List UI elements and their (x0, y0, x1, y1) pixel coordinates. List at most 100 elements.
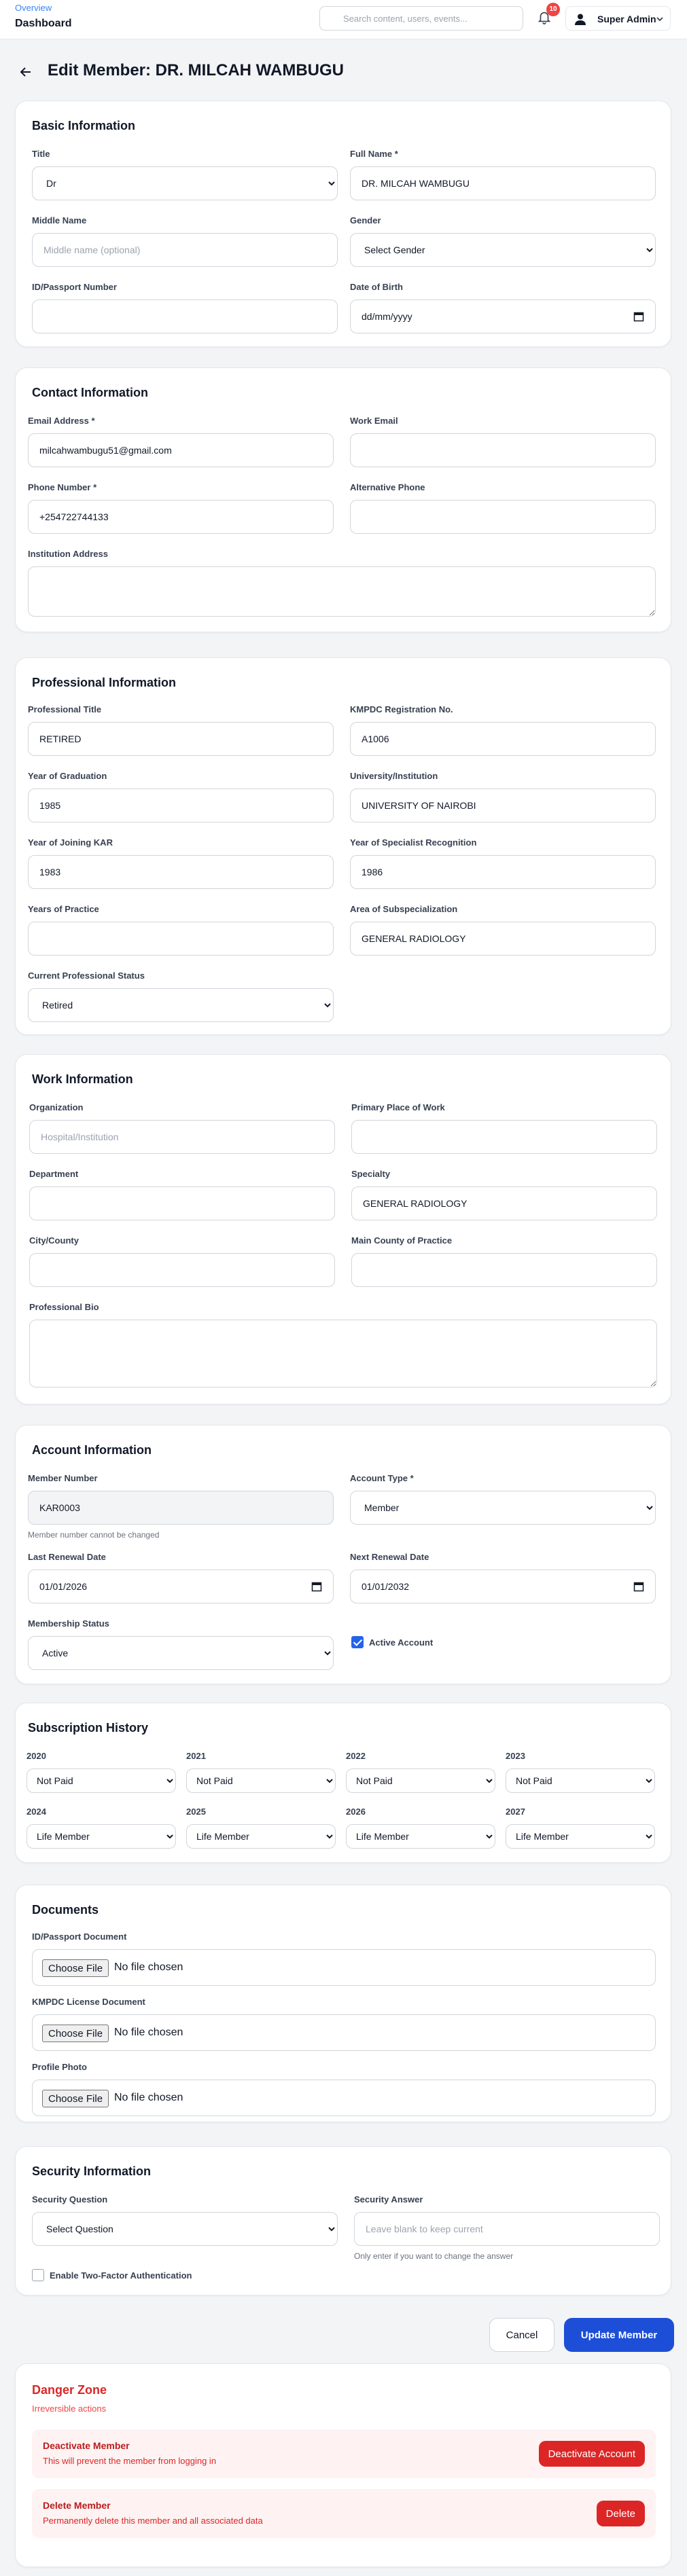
subspecialization-field: Area of Subspecialization (350, 904, 656, 956)
member-number-field: Member Number Member number cannot be ch… (28, 1473, 334, 1540)
subscription-status-select[interactable]: Not Paid (346, 1768, 495, 1793)
field-label: Alternative Phone (350, 482, 425, 492)
email-input[interactable] (28, 433, 334, 467)
field-label: University/Institution (350, 771, 438, 781)
active-account-checkbox[interactable]: Active Account (351, 1636, 433, 1648)
calendar-icon[interactable] (311, 1581, 322, 1592)
id-document-file-input[interactable]: Choose File No file chosen (32, 1949, 656, 1986)
account-type-select[interactable]: Member (350, 1491, 656, 1525)
breadcrumb-current: Dashboard (15, 18, 72, 29)
checkbox-unchecked[interactable] (32, 2269, 44, 2281)
professional-status-select[interactable]: Retired (28, 988, 334, 1022)
dob-value: dd/mm/yyyy (362, 311, 412, 322)
user-icon (575, 14, 586, 25)
field-label: Next Renewal Date (350, 1552, 429, 1562)
full-name-input[interactable] (350, 166, 656, 200)
calendar-icon[interactable] (633, 311, 644, 322)
choose-file-button[interactable]: Choose File (42, 2090, 109, 2107)
update-member-button[interactable]: Update Member (564, 2318, 674, 2352)
field-label: Phone Number * (28, 482, 97, 492)
security-answer-input[interactable] (354, 2212, 660, 2246)
kmpdc-field: KMPDC Registration No. (350, 704, 656, 756)
cancel-button[interactable]: Cancel (489, 2318, 554, 2352)
professional-information-card: Professional Information Professional Ti… (15, 657, 671, 1035)
choose-file-button[interactable]: Choose File (42, 1959, 109, 1977)
arrow-left-icon[interactable] (19, 65, 33, 79)
choose-file-button[interactable]: Choose File (42, 2025, 109, 2042)
checkbox-label: Active Account (369, 1637, 434, 1648)
checkbox-checked[interactable] (351, 1636, 364, 1648)
main-county-input[interactable] (351, 1253, 657, 1287)
section-title: Documents (32, 1903, 99, 1917)
middle-name-input[interactable] (32, 233, 338, 267)
danger-zone-subtitle: Irreversible actions (32, 2403, 107, 2414)
dob-input[interactable]: dd/mm/yyyy (350, 300, 656, 333)
specialty-input[interactable] (351, 1186, 657, 1220)
alt-phone-input[interactable] (350, 500, 656, 534)
specialist-year-input[interactable] (350, 855, 656, 889)
years-practice-field: Years of Practice (28, 904, 334, 956)
institution-address-textarea[interactable] (28, 566, 656, 617)
deactivate-member-row: Deactivate Member This will prevent the … (32, 2429, 656, 2478)
field-label: Date of Birth (350, 282, 403, 292)
subscription-year-item: 2026 Life Member (346, 1807, 495, 1849)
delete-title: Delete Member (43, 2500, 111, 2511)
id-passport-input[interactable] (32, 300, 338, 333)
phone-input[interactable] (28, 500, 334, 534)
page-header: Edit Member: DR. MILCAH WAMBUGU (0, 39, 687, 101)
subscription-status-select[interactable]: Not Paid (506, 1768, 655, 1793)
two-factor-checkbox[interactable]: Enable Two-Factor Authentication (32, 2269, 192, 2281)
user-name: Super Admin (597, 14, 656, 24)
organization-input[interactable] (29, 1120, 335, 1154)
city-input[interactable] (29, 1253, 335, 1287)
membership-status-select[interactable]: Active (28, 1636, 334, 1670)
deactivate-account-button[interactable]: Deactivate Account (538, 2441, 645, 2467)
university-input[interactable] (350, 788, 656, 822)
field-label: KMPDC Registration No. (350, 704, 453, 714)
subspecialization-input[interactable] (350, 922, 656, 956)
last-renewal-value: 01/01/2026 (39, 1581, 88, 1592)
title-field: Title Dr (32, 149, 338, 200)
field-label: Account Type * (350, 1473, 414, 1483)
calendar-icon[interactable] (633, 1581, 644, 1592)
subscription-status-select[interactable]: Life Member (506, 1824, 655, 1849)
gender-select[interactable]: Select Gender (350, 233, 656, 267)
subscription-year: 2020 (27, 1751, 46, 1761)
field-label: Last Renewal Date (28, 1552, 106, 1562)
subscription-status-select[interactable]: Life Member (346, 1824, 495, 1849)
graduation-year-input[interactable] (28, 788, 334, 822)
primary-place-input[interactable] (351, 1120, 657, 1154)
subscription-history-card: Subscription History 2020 Not Paid 2021 … (15, 1703, 671, 1863)
years-practice-input[interactable] (28, 922, 334, 956)
subscription-status-select[interactable]: Life Member (27, 1824, 176, 1849)
title-select[interactable]: Dr (32, 166, 338, 200)
professional-bio-textarea[interactable] (29, 1320, 657, 1387)
last-renewal-input[interactable]: 01/01/2026 (28, 1570, 334, 1603)
subscription-status-select[interactable]: Life Member (186, 1824, 336, 1849)
gender-field: Gender Select Gender (350, 215, 656, 267)
delete-member-row: Delete Member Permanently delete this me… (32, 2489, 656, 2538)
next-renewal-input[interactable]: 01/01/2032 (350, 1570, 656, 1603)
security-question-select[interactable]: Select Question (32, 2212, 338, 2246)
work-email-input[interactable] (350, 433, 656, 467)
id-passport-field: ID/Passport Number (32, 282, 338, 333)
user-menu-button[interactable]: Super Admin (565, 6, 671, 31)
field-label: Department (29, 1169, 79, 1179)
subscription-status-select[interactable]: Not Paid (27, 1768, 176, 1793)
field-label: Specialty (351, 1169, 391, 1179)
field-label: Area of Subspecialization (350, 904, 458, 914)
search-input[interactable] (319, 6, 523, 31)
section-title: Work Information (32, 1072, 133, 1086)
profile-photo-file-input[interactable]: Choose File No file chosen (32, 2080, 656, 2116)
subscription-year: 2021 (186, 1751, 206, 1761)
subscription-status-select[interactable]: Not Paid (186, 1768, 336, 1793)
professional-title-input[interactable] (28, 722, 334, 756)
delete-member-button[interactable]: Delete (596, 2501, 645, 2526)
breadcrumb-parent[interactable]: Overview (15, 3, 52, 13)
kmpdc-input[interactable] (350, 722, 656, 756)
section-title: Basic Information (32, 119, 136, 132)
kar-year-input[interactable] (28, 855, 334, 889)
kmpdc-document-file-input[interactable]: Choose File No file chosen (32, 2014, 656, 2051)
department-input[interactable] (29, 1186, 335, 1220)
field-label: Professional Title (28, 704, 102, 714)
